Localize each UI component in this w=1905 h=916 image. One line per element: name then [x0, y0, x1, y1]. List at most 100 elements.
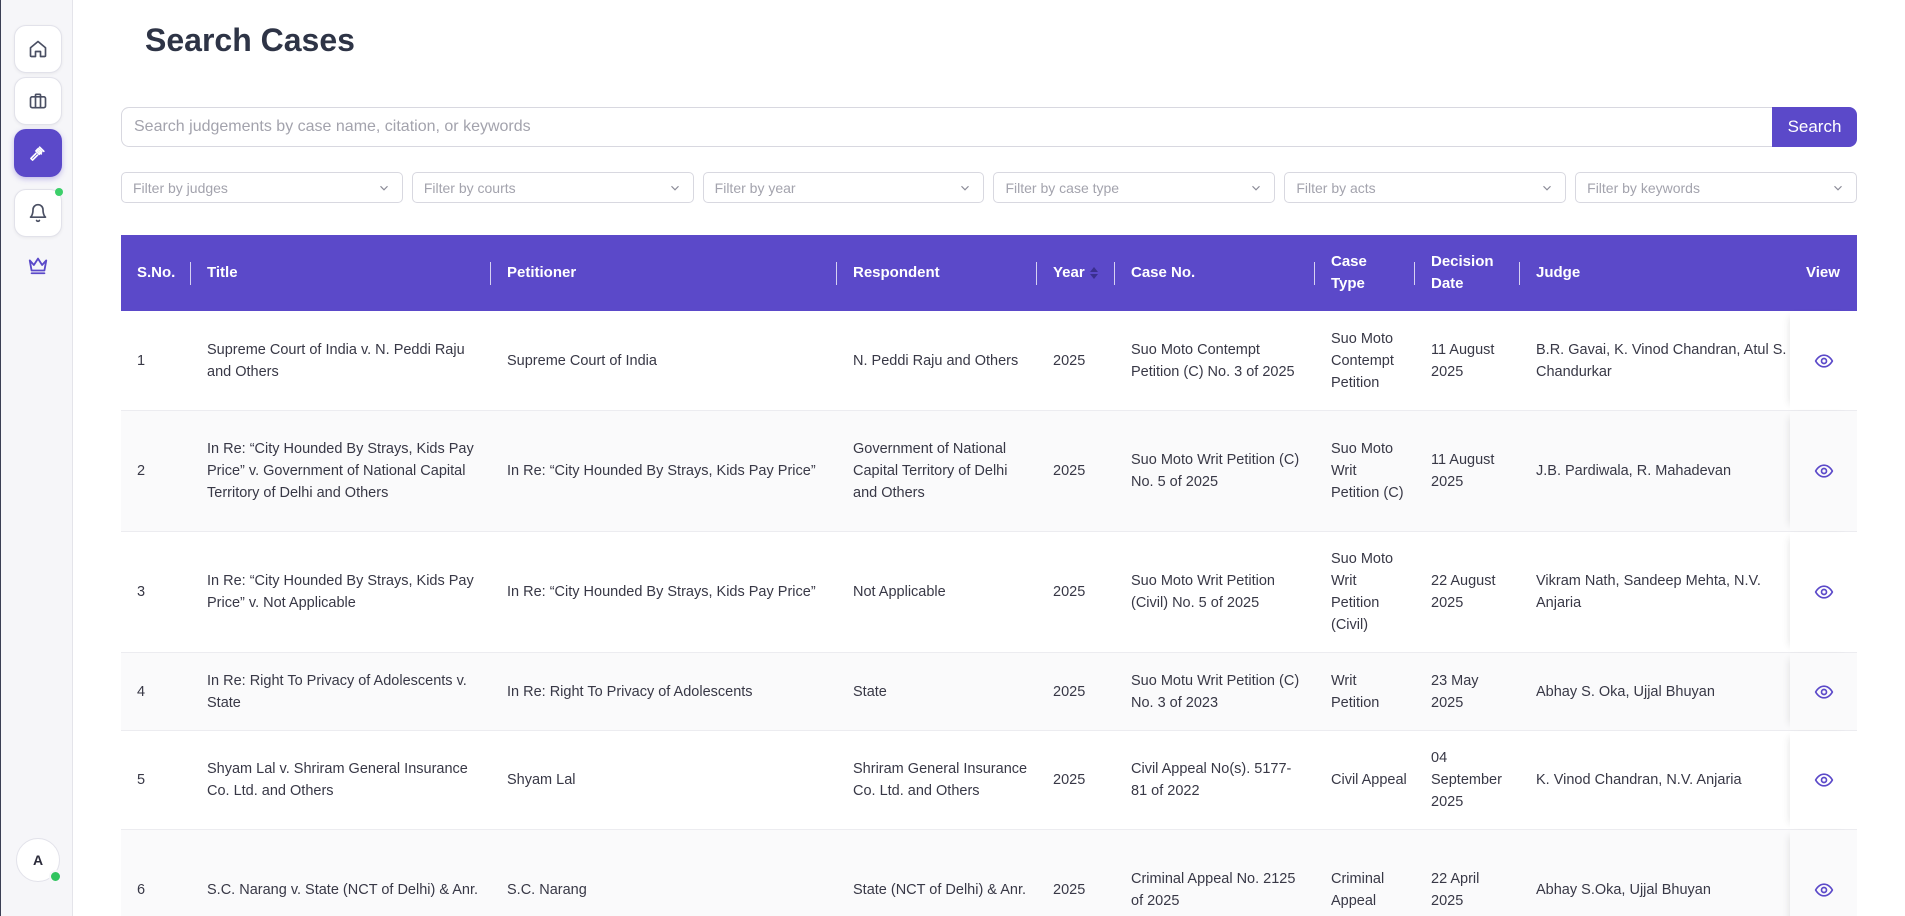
view-button[interactable] — [1790, 311, 1857, 410]
cell-petitioner: In Re: Right To Privacy of Adolescents — [507, 683, 753, 700]
header-title: Title — [207, 264, 238, 281]
eye-icon — [1814, 585, 1833, 599]
notification-dot — [55, 188, 63, 196]
cell-judge: Abhay S. Oka, Ujjal Bhuyan — [1536, 683, 1715, 700]
filter-bar: Filter by judges Filter by courts Filter… — [121, 172, 1857, 203]
cell-respondent: N. Peddi Raju and Others — [853, 352, 1019, 369]
chevron-down-icon — [1543, 185, 1552, 191]
eye-icon — [1814, 773, 1833, 787]
cell-decision-date: 23 May 2025 — [1431, 672, 1479, 711]
cell-decision-date: 22 April 2025 — [1431, 870, 1480, 909]
search-input[interactable] — [121, 107, 1772, 147]
cell-title: In Re: Right To Privacy of Adolescents v… — [207, 672, 467, 711]
cell-respondent: State — [853, 683, 887, 700]
filter-courts-select[interactable]: Filter by courts — [411, 172, 694, 203]
header-case-no: Case No. — [1131, 264, 1196, 281]
filter-year-select[interactable]: Filter by year — [702, 172, 985, 203]
cell-case-no: Suo Motu Writ Petition (C) No. 3 of 2023 — [1131, 672, 1300, 711]
column-divider — [1036, 262, 1037, 285]
header-year: Year — [1053, 264, 1085, 281]
search-bar: Search — [121, 107, 1857, 147]
filter-keywords-select[interactable]: Filter by keywords — [1575, 172, 1857, 203]
cell-year: 2025 — [1053, 463, 1086, 479]
filter-placeholder: Filter by acts — [1296, 179, 1376, 196]
sidebar-item-home[interactable] — [14, 25, 62, 73]
eye-icon — [1814, 684, 1833, 699]
header-year-sort[interactable]: Year — [1053, 235, 1099, 311]
table-row[interactable]: 4 In Re: Right To Privacy of Adolescents… — [121, 653, 1857, 731]
column-divider — [490, 262, 491, 285]
filter-acts-select[interactable]: Filter by acts — [1284, 172, 1567, 203]
filter-placeholder: Filter by year — [714, 179, 796, 196]
cell-year: 2025 — [1053, 772, 1086, 788]
header-view: View — [1806, 264, 1840, 281]
sort-icon — [1089, 267, 1098, 279]
cell-title: In Re: “City Hounded By Strays, Kids Pay… — [207, 441, 474, 501]
cell-year: 2025 — [1053, 683, 1086, 700]
view-button[interactable] — [1790, 731, 1857, 829]
filter-placeholder: Filter by courts — [423, 179, 516, 196]
cell-title: Supreme Court of India v. N. Peddi Raju … — [207, 341, 465, 380]
view-button[interactable] — [1790, 532, 1857, 652]
search-button[interactable]: Search — [1772, 107, 1857, 147]
table-row[interactable]: 1 Supreme Court of India v. N. Peddi Raj… — [121, 311, 1857, 411]
table-row[interactable]: 6 S.C. Narang v. State (NCT of Delhi) & … — [121, 830, 1857, 916]
eye-icon — [1814, 464, 1833, 478]
header-case-type: Case Type — [1331, 253, 1367, 292]
column-divider — [1519, 262, 1520, 285]
cell-title: In Re: “City Hounded By Strays, Kids Pay… — [207, 573, 474, 611]
cell-petitioner: In Re: “City Hounded By Strays, Kids Pay… — [507, 584, 816, 600]
cell-respondent: Government of National Capital Territory… — [853, 441, 1008, 501]
chevron-down-icon — [961, 185, 970, 191]
table-row[interactable]: 5 Shyam Lal v. Shriram General Insurance… — [121, 731, 1857, 830]
cell-year: 2025 — [1053, 881, 1086, 898]
cell-sno: 5 — [137, 772, 146, 788]
filter-judges-select[interactable]: Filter by judges — [121, 172, 403, 203]
chevron-down-icon — [379, 185, 388, 191]
home-icon — [29, 40, 47, 58]
sidebar-item-premium[interactable] — [14, 245, 62, 285]
cell-sno: 4 — [137, 683, 146, 700]
header-judge: Judge — [1536, 264, 1581, 281]
header-respondent: Respondent — [853, 264, 940, 281]
cell-petitioner: Shyam Lal — [507, 772, 576, 788]
chevron-down-icon — [1834, 185, 1842, 191]
page-title: Search Cases — [145, 22, 355, 58]
cell-case-no: Suo Moto Writ Petition (Civil) No. 5 of … — [1131, 573, 1275, 611]
online-status-dot — [49, 870, 62, 883]
column-divider — [836, 262, 837, 285]
column-divider — [190, 262, 191, 285]
table-header: S.No. Title Petitioner Respondent Year C… — [121, 235, 1857, 311]
filter-placeholder: Filter by judges — [133, 179, 228, 196]
cell-case-type: Suo Moto Writ Petition (C) — [1331, 441, 1404, 501]
cell-year: 2025 — [1053, 584, 1086, 600]
header-decision-date: Decision Date — [1431, 253, 1494, 292]
view-button[interactable] — [1790, 653, 1857, 730]
cell-judge: Abhay S.Oka, Ujjal Bhuyan — [1536, 881, 1711, 898]
crown-icon — [28, 257, 48, 275]
cell-respondent: Not Applicable — [853, 584, 946, 600]
cell-judge: K. Vinod Chandran, N.V. Anjaria — [1536, 772, 1742, 788]
eye-icon — [1814, 353, 1833, 368]
cell-petitioner: S.C. Narang — [507, 881, 587, 898]
sidebar-item-cases[interactable] — [14, 77, 62, 125]
cell-case-no: Suo Moto Writ Petition (C) No. 5 of 2025 — [1131, 452, 1300, 490]
cell-decision-date: 04 September 2025 — [1431, 750, 1502, 810]
filter-case-type-select[interactable]: Filter by case type — [993, 172, 1276, 203]
table-row[interactable]: 2 In Re: “City Hounded By Strays, Kids P… — [121, 411, 1857, 532]
cell-title: S.C. Narang v. State (NCT of Delhi) & An… — [207, 881, 479, 898]
column-divider — [1414, 262, 1415, 285]
cell-sno: 3 — [137, 584, 146, 600]
cell-case-no: Criminal Appeal No. 2125 of 2025 — [1131, 870, 1296, 909]
cell-judge: J.B. Pardiwala, R. Mahadevan — [1536, 463, 1732, 479]
sidebar-item-search-cases[interactable] — [14, 129, 62, 177]
view-button[interactable] — [1790, 411, 1857, 531]
cell-petitioner: Supreme Court of India — [507, 352, 657, 369]
table-row[interactable]: 3 In Re: “City Hounded By Strays, Kids P… — [121, 532, 1857, 653]
cell-case-type: Civil Appeal — [1331, 772, 1407, 788]
sidebar-item-notifications[interactable] — [14, 189, 62, 237]
view-button[interactable] — [1790, 830, 1857, 916]
cell-title: Shyam Lal v. Shriram General Insurance C… — [207, 761, 468, 799]
cell-judge: Vikram Nath, Sandeep Mehta, N.V. Anjaria — [1536, 573, 1761, 611]
cell-year: 2025 — [1053, 352, 1086, 369]
